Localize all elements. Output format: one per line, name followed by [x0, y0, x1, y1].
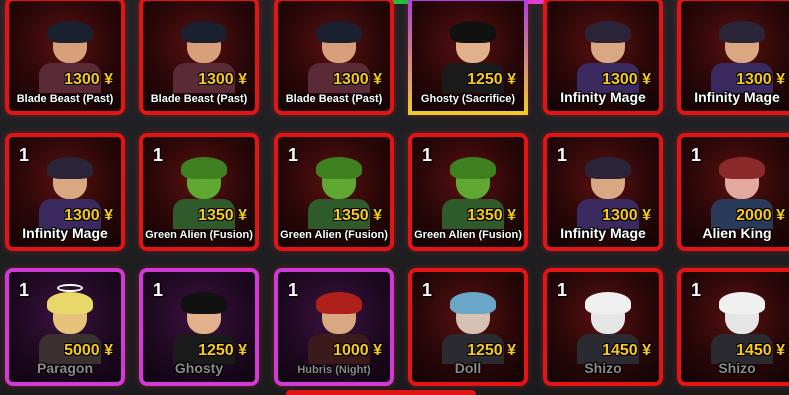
unit-shop-grid: 1300 ¥ Blade Beast (Past) 1300 ¥ Blade Beas…: [0, 0, 789, 395]
unit-card[interactable]: 1 5000 ¥ Paragon: [5, 268, 125, 386]
unit-name: Shizo: [584, 360, 622, 376]
unit-price: 2000 ¥: [736, 207, 785, 224]
unit-card[interactable]: 1 1350 ¥ Green Alien (Fusion): [408, 133, 528, 251]
unit-price: 1350 ¥: [467, 207, 516, 224]
unit-price: 1450 ¥: [602, 342, 651, 359]
unit-price: 1300 ¥: [64, 71, 113, 88]
unit-price: 1450 ¥: [736, 342, 785, 359]
unit-price: 1300 ¥: [602, 71, 651, 88]
unit-name: Doll: [454, 360, 482, 376]
unit-price: 1000 ¥: [333, 342, 382, 359]
unit-count: 1: [557, 145, 568, 165]
unit-name: Ghosty (Sacrifice): [420, 93, 516, 105]
unit-name: Paragon: [36, 360, 93, 376]
unit-name: Blade Beast (Past): [16, 93, 114, 105]
unit-count: 1: [557, 280, 568, 300]
unit-price: 5000 ¥: [64, 342, 113, 359]
unit-price: 1250 ¥: [467, 71, 516, 88]
unit-count: 1: [19, 280, 30, 300]
unit-count: 1: [288, 280, 299, 300]
unit-name: Green Alien (Fusion): [414, 229, 522, 241]
unit-name: Infinity Mage: [560, 89, 646, 105]
unit-name: Ghosty: [174, 360, 224, 376]
unit-card[interactable]: 1250 ¥ Ghosty (Sacrifice): [408, 0, 528, 115]
unit-count: 1: [19, 145, 30, 165]
unit-card[interactable]: 1 1300 ¥ Infinity Mage: [5, 133, 125, 251]
unit-card[interactable]: 1 1250 ¥ Doll: [408, 268, 528, 386]
unit-name: Hubris (Night): [297, 364, 371, 376]
bottom-button-red[interactable]: [286, 390, 476, 395]
unit-card[interactable]: 1 1450 ¥ Shizo: [543, 268, 663, 386]
halo-icon: [57, 284, 83, 292]
unit-card[interactable]: 1300 ¥ Infinity Mage: [677, 0, 789, 115]
unit-price: 1300 ¥: [736, 71, 785, 88]
unit-name: Infinity Mage: [694, 89, 780, 105]
unit-count: 1: [422, 280, 433, 300]
unit-name: Infinity Mage: [22, 225, 108, 241]
unit-count: 1: [691, 280, 702, 300]
unit-card[interactable]: 1300 ¥ Blade Beast (Past): [139, 0, 259, 115]
unit-card[interactable]: 1 2000 ¥ Alien King: [677, 133, 789, 251]
unit-card[interactable]: 1 1250 ¥ Ghosty: [139, 268, 259, 386]
unit-price: 1300 ¥: [198, 71, 247, 88]
unit-name: Green Alien (Fusion): [145, 229, 253, 241]
unit-card[interactable]: 1300 ¥ Blade Beast (Past): [5, 0, 125, 115]
unit-card[interactable]: 1300 ¥ Infinity Mage: [543, 0, 663, 115]
unit-name: Infinity Mage: [560, 225, 646, 241]
unit-price: 1350 ¥: [198, 207, 247, 224]
unit-count: 1: [422, 145, 433, 165]
unit-price: 1250 ¥: [467, 342, 516, 359]
unit-card[interactable]: 1300 ¥ Blade Beast (Past): [274, 0, 394, 115]
unit-card[interactable]: 1 1450 ¥ Shizo: [677, 268, 789, 386]
unit-price: 1250 ¥: [198, 342, 247, 359]
unit-name: Alien King: [702, 225, 772, 241]
unit-card[interactable]: 1 1350 ¥ Green Alien (Fusion): [139, 133, 259, 251]
unit-card[interactable]: 1 1350 ¥ Green Alien (Fusion): [274, 133, 394, 251]
unit-name: Blade Beast (Past): [285, 93, 383, 105]
unit-count: 1: [288, 145, 299, 165]
unit-name: Shizo: [718, 360, 756, 376]
unit-price: 1300 ¥: [602, 207, 651, 224]
unit-name: Green Alien (Fusion): [280, 229, 388, 241]
unit-price: 1350 ¥: [333, 207, 382, 224]
unit-card[interactable]: 1 1300 ¥ Infinity Mage: [543, 133, 663, 251]
unit-name: Blade Beast (Past): [150, 93, 248, 105]
unit-price: 1300 ¥: [333, 71, 382, 88]
unit-count: 1: [691, 145, 702, 165]
unit-count: 1: [153, 145, 164, 165]
unit-count: 1: [153, 280, 164, 300]
unit-card[interactable]: 1 1000 ¥ Hubris (Night): [274, 268, 394, 386]
unit-price: 1300 ¥: [64, 207, 113, 224]
